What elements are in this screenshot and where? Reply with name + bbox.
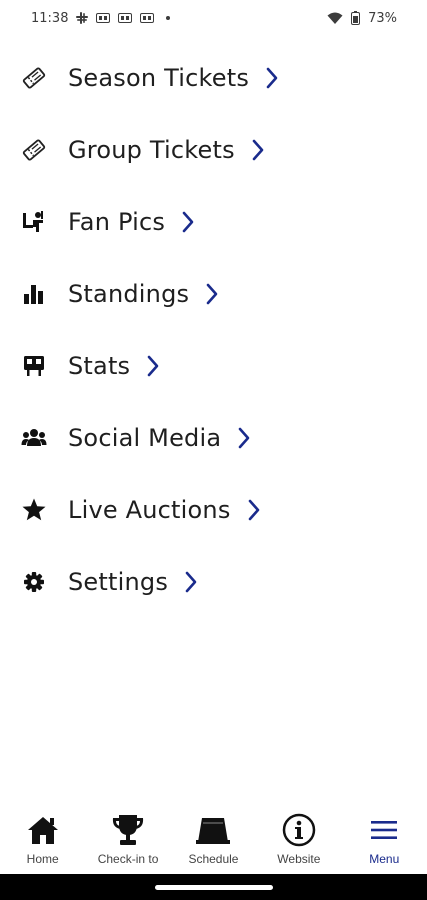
more-notifications-dot	[166, 16, 171, 20]
menu-item-label: Standings	[68, 280, 190, 308]
wifi-icon	[327, 12, 343, 25]
menu-icon	[370, 812, 398, 848]
bottom-nav: Home Check-in to Schedule Website Menu	[0, 806, 427, 872]
menu-item-live-auctions[interactable]: Live Auctions	[0, 474, 427, 546]
app-screen: 11:38 73% Season Tickets Group Tickets F…	[0, 0, 427, 900]
scoreboard-icon	[20, 352, 48, 380]
gesture-bar	[0, 874, 427, 900]
menu-item-label: Social Media	[68, 424, 222, 452]
nav-schedule[interactable]: Schedule	[171, 812, 256, 866]
status-left: 11:38	[31, 10, 171, 26]
menu-item-label: Settings	[68, 568, 169, 596]
status-bar: 11:38 73%	[0, 0, 427, 36]
nav-label: Check-in to	[97, 852, 159, 866]
nav-website[interactable]: Website	[256, 812, 341, 866]
menu-item-stats[interactable]: Stats	[0, 330, 427, 402]
trophy-icon	[110, 812, 146, 848]
nav-menu[interactable]: Menu	[342, 812, 427, 866]
nav-check-in[interactable]: Check-in to	[86, 812, 171, 866]
menu-item-fan-pics[interactable]: Fan Pics	[0, 186, 427, 258]
slack-icon	[76, 12, 89, 24]
menu-item-social-media[interactable]: Social Media	[0, 402, 427, 474]
people-icon	[20, 424, 48, 452]
menu-list: Season Tickets Group Tickets Fan Pics St…	[0, 42, 427, 618]
menu-item-label: Season Tickets	[68, 64, 250, 92]
bar-chart-icon	[20, 280, 48, 308]
chevron-right-icon	[237, 427, 251, 449]
chevron-right-icon	[181, 211, 195, 233]
notification-icon	[140, 13, 155, 23]
menu-item-season-tickets[interactable]: Season Tickets	[0, 42, 427, 114]
menu-item-group-tickets[interactable]: Group Tickets	[0, 114, 427, 186]
chevron-right-icon	[247, 499, 261, 521]
menu-item-label: Stats	[68, 352, 131, 380]
notification-icon	[96, 13, 111, 23]
nav-label: Menu	[369, 852, 400, 866]
menu-item-standings[interactable]: Standings	[0, 258, 427, 330]
gear-icon	[20, 568, 48, 596]
nav-home[interactable]: Home	[0, 812, 85, 866]
menu-item-label: Live Auctions	[68, 496, 231, 524]
menu-item-label: Group Tickets	[68, 136, 235, 164]
ticket-icon	[20, 64, 48, 92]
star-icon	[20, 496, 48, 524]
schedule-icon	[194, 812, 232, 848]
nav-label: Schedule	[188, 852, 239, 866]
battery-percent: 73%	[368, 10, 397, 26]
nav-label: Home	[26, 852, 59, 866]
chevron-right-icon	[265, 67, 279, 89]
chevron-right-icon	[251, 139, 265, 161]
chevron-right-icon	[205, 283, 219, 305]
menu-item-label: Fan Pics	[68, 208, 166, 236]
chevron-right-icon	[146, 355, 160, 377]
menu-item-settings[interactable]: Settings	[0, 546, 427, 618]
chevron-right-icon	[184, 571, 198, 593]
ticket-icon	[20, 136, 48, 164]
status-right: 73%	[327, 11, 397, 26]
notification-icon	[118, 13, 133, 23]
fan-pics-icon	[20, 208, 48, 236]
battery-icon	[351, 11, 361, 25]
home-icon	[26, 812, 60, 848]
home-gesture-handle[interactable]	[155, 885, 273, 890]
status-time: 11:38	[31, 10, 69, 26]
info-icon	[282, 812, 316, 848]
nav-label: Website	[277, 852, 321, 866]
